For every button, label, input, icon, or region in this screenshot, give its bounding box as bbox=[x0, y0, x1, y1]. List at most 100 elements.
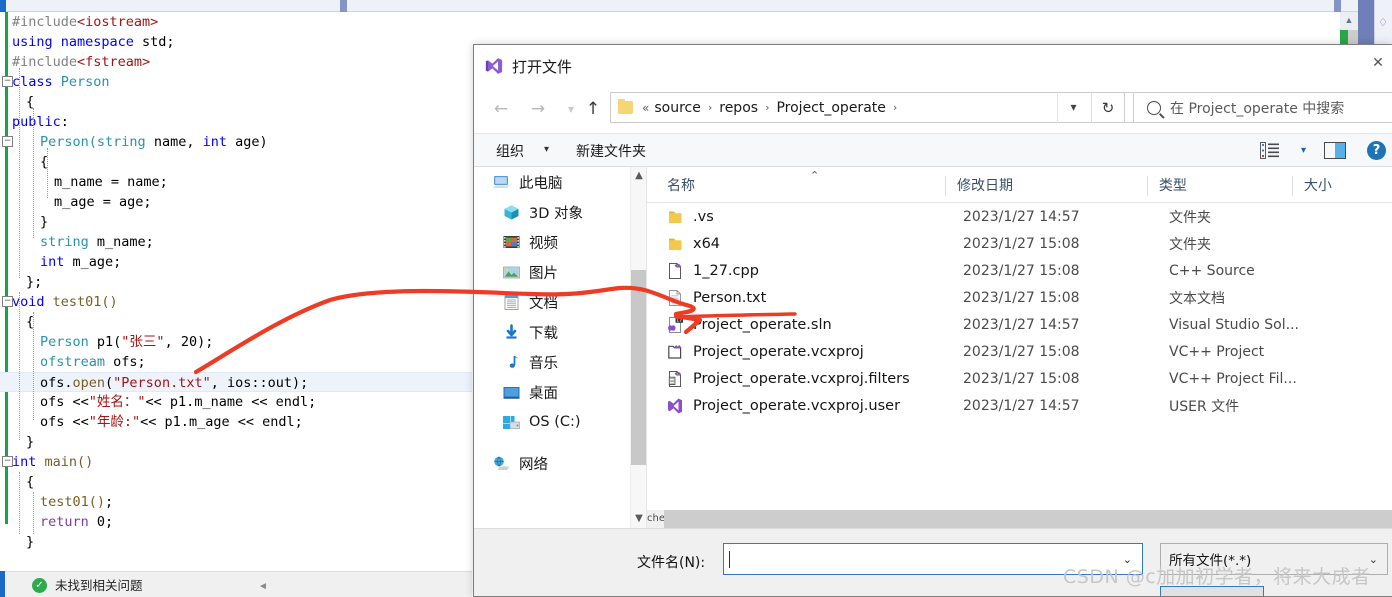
file-name-cell[interactable]: 1_27.cpp bbox=[647, 262, 963, 280]
table-row[interactable]: Project_operate.vcxproj.user 2023/1/27 14… bbox=[647, 392, 1392, 419]
code-token: m_name = name; bbox=[54, 174, 168, 190]
table-row[interactable]: 1_27.cpp 2023/1/27 15:08 C++ Source bbox=[647, 257, 1392, 284]
file-type-filter-select[interactable]: 所有文件(*.*) ⌄ bbox=[1160, 543, 1388, 575]
view-list-icon[interactable] bbox=[1260, 142, 1280, 159]
fold-toggle-icon[interactable]: − bbox=[2, 456, 13, 467]
breadcrumb-separator-icon[interactable]: › bbox=[702, 101, 718, 114]
file-name-cell[interactable]: x64 bbox=[647, 235, 963, 253]
preview-pane-icon[interactable] bbox=[1324, 142, 1346, 159]
chevron-down-icon[interactable]: ⌄ bbox=[1369, 553, 1378, 566]
code-token: { bbox=[26, 474, 35, 490]
sidebar-item-label: OS (C:) bbox=[529, 414, 581, 430]
chevron-down-icon[interactable]: ▾ bbox=[544, 144, 549, 155]
chevron-down-icon[interactable]: ▾ bbox=[559, 97, 583, 121]
column-header-size[interactable]: 大小 bbox=[1291, 175, 1392, 202]
chevron-down-icon[interactable]: ▾ bbox=[1301, 145, 1306, 156]
file-name-cell[interactable]: Project_operate.vcxproj.filters bbox=[647, 370, 963, 388]
file-name-text: Person.txt bbox=[693, 289, 767, 306]
fold-toggle-icon[interactable]: − bbox=[2, 136, 13, 147]
table-row[interactable]: .vs 2023/1/27 14:57 文件夹 bbox=[647, 203, 1392, 230]
table-row[interactable]: Project_operate.vcxproj.filters 2023/1/27… bbox=[647, 365, 1392, 392]
sidebar-item-label: 桌面 bbox=[529, 385, 558, 402]
fold-toggle-icon[interactable]: − bbox=[2, 76, 13, 87]
table-row[interactable]: 17 Project_operate.sln 2023/1/27 14:57 Visu… bbox=[647, 311, 1392, 338]
chevron-up-icon[interactable]: ▲ bbox=[631, 167, 646, 185]
code-token: ofs << bbox=[40, 414, 89, 430]
table-row[interactable]: Person.txt 2023/1/27 15:08 文本文档 bbox=[647, 284, 1392, 311]
breadcrumb-item-source[interactable]: source bbox=[653, 100, 702, 116]
sidebar-item-1[interactable]: 3D 对象 bbox=[474, 197, 646, 227]
sidebar-item-label: 视频 bbox=[529, 235, 558, 252]
close-icon[interactable]: ✕ bbox=[1370, 55, 1386, 71]
code-token: test01() bbox=[52, 294, 118, 310]
arrow-right-icon[interactable]: → bbox=[526, 97, 550, 121]
breadcrumb-dropdown-icon[interactable]: ▾ bbox=[1057, 92, 1089, 123]
sidebar-item-2[interactable]: 视频 bbox=[474, 227, 646, 257]
code-token: "张三" bbox=[121, 334, 165, 350]
status-collapse-icon[interactable]: ◄ bbox=[258, 581, 268, 592]
file-name-cell[interactable]: Person.txt bbox=[647, 289, 963, 307]
refresh-icon[interactable]: ↻ bbox=[1091, 92, 1125, 123]
sidebar-item-4[interactable]: 文档 bbox=[474, 287, 646, 317]
file-list-hscrollbar-thumb[interactable] bbox=[664, 510, 1392, 528]
column-header-date[interactable]: 修改日期 bbox=[945, 175, 1159, 202]
svg-text:17: 17 bbox=[676, 317, 682, 323]
file-name-text: 1_27.cpp bbox=[693, 262, 759, 279]
breadcrumb-overflow-icon[interactable]: « bbox=[638, 101, 653, 115]
breadcrumb-separator-icon[interactable]: › bbox=[887, 101, 903, 114]
file-date-cell: 2023/1/27 14:57 bbox=[963, 208, 1080, 225]
code-token: ofs. bbox=[40, 375, 73, 391]
file-name-cell[interactable]: Project_operate.vcxproj.user bbox=[647, 397, 963, 415]
file-name-cell[interactable]: .vs bbox=[647, 208, 963, 226]
visual-studio-icon bbox=[485, 58, 503, 74]
file-name-text: x64 bbox=[693, 235, 721, 252]
file-type-cell: 文件夹 bbox=[1169, 236, 1211, 253]
chevron-down-icon[interactable]: ▼ bbox=[631, 510, 646, 528]
chevron-down-icon[interactable]: ⌄ bbox=[1123, 553, 1132, 566]
navigation-sidebar: 此电脑 3D 对象视频图片 文档 下载 音乐桌面 OS (C:) 网络 ▲ ▼ bbox=[474, 167, 646, 528]
code-token: string bbox=[96, 134, 146, 150]
code-token: , ios::out); bbox=[210, 375, 309, 391]
table-row[interactable]: Project_operate.vcxproj 2023/1/27 15:08 VC… bbox=[647, 338, 1392, 365]
file-name-text: .vs bbox=[693, 208, 714, 225]
column-header-name[interactable]: 名称 bbox=[647, 175, 957, 202]
column-header-type[interactable]: 类型 bbox=[1146, 175, 1304, 202]
sidebar-item-0[interactable]: 此电脑 bbox=[474, 167, 646, 197]
table-row[interactable]: x64 2023/1/27 15:08 文件夹 bbox=[647, 230, 1392, 257]
fold-toggle-icon[interactable]: − bbox=[2, 296, 13, 307]
dialog-body: 此电脑 3D 对象视频图片 文档 下载 音乐桌面 OS (C:) 网络 ▲ ▼ ⌃ 名称 修… bbox=[474, 167, 1392, 528]
sidebar-item-9[interactable]: 网络 bbox=[474, 448, 646, 478]
arrow-left-icon[interactable]: ← bbox=[489, 97, 513, 121]
sidebar-item-6[interactable]: 音乐 bbox=[474, 347, 646, 377]
breadcrumb-separator-icon[interactable]: › bbox=[759, 101, 775, 114]
arrow-up-icon[interactable]: ↑ bbox=[581, 97, 605, 121]
sidebar-item-8[interactable]: OS (C:) bbox=[474, 407, 646, 437]
code-token: "姓名：" bbox=[88, 394, 146, 410]
search-input[interactable]: 在 Project_operate 中搜索 bbox=[1170, 98, 1344, 118]
help-icon[interactable]: ? bbox=[1367, 141, 1386, 160]
breadcrumb-item-repos[interactable]: repos bbox=[718, 100, 759, 116]
file-name-cell[interactable]: Project_operate.vcxproj bbox=[647, 343, 963, 361]
file-name-cell[interactable]: 17 Project_operate.sln bbox=[647, 316, 963, 334]
filename-input[interactable]: ⌄ bbox=[723, 543, 1143, 575]
file-list-hscrollbar[interactable]: chevron-left-icon bbox=[647, 510, 1392, 528]
editor-right-glyph-icon: ♢ bbox=[1378, 17, 1388, 29]
editor-scroll-up-icon[interactable]: ▲ bbox=[1340, 12, 1358, 29]
chevron-left-icon[interactable]: chevron-left-icon bbox=[647, 510, 691, 528]
file-date-cell: 2023/1/27 15:08 bbox=[963, 289, 1080, 306]
file-list-header: ⌃ 名称 修改日期 类型 大小 bbox=[647, 167, 1392, 203]
sidebar-item-3[interactable]: 图片 bbox=[474, 257, 646, 287]
sidebar-item-7[interactable]: 桌面 bbox=[474, 377, 646, 407]
open-button[interactable] bbox=[1160, 586, 1264, 596]
breadcrumb-item-project-operate[interactable]: Project_operate bbox=[775, 100, 886, 116]
search-box[interactable]: 在 Project_operate 中搜索 bbox=[1133, 92, 1392, 123]
sidebar-scrollbar-thumb[interactable] bbox=[631, 270, 646, 465]
organize-button[interactable]: 组织 bbox=[496, 141, 524, 161]
code-token: Person( bbox=[40, 134, 97, 150]
sidebar-item-5[interactable]: 下载 bbox=[474, 317, 646, 347]
folder-icon bbox=[618, 99, 633, 114]
new-folder-button[interactable]: 新建文件夹 bbox=[576, 141, 646, 161]
sidebar-scrollbar-track[interactable]: ▲ ▼ bbox=[630, 167, 646, 528]
filename-label: 文件名(N): bbox=[637, 555, 706, 571]
